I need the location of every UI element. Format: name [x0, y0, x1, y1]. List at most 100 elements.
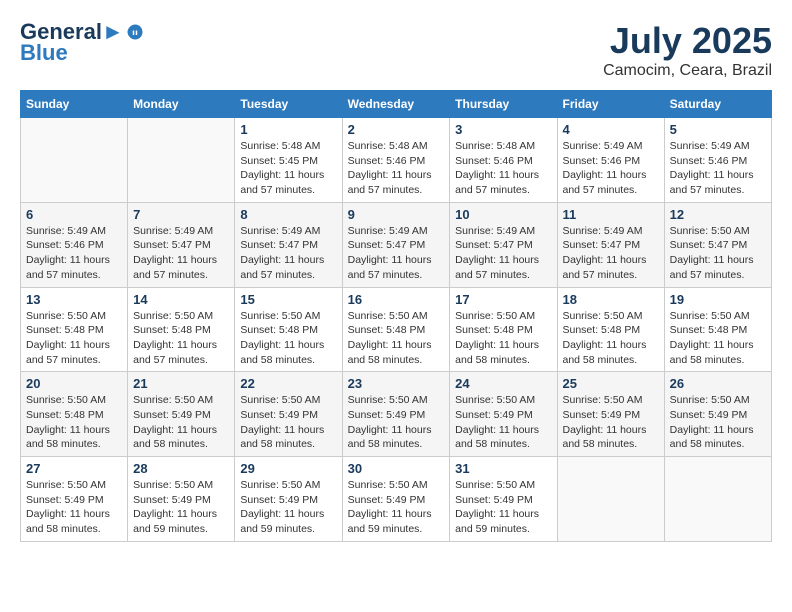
day-of-week-header: Saturday — [664, 91, 771, 118]
day-of-week-header: Wednesday — [342, 91, 450, 118]
calendar-cell: 13Sunrise: 5:50 AMSunset: 5:48 PMDayligh… — [21, 287, 128, 372]
day-number: 31 — [455, 461, 551, 476]
day-info: Sunrise: 5:50 AMSunset: 5:49 PMDaylight:… — [240, 393, 336, 452]
calendar-cell: 20 Sunrise: 5:50 AMSunset: 5:48 PMDayligh… — [21, 372, 128, 457]
calendar-cell: 23Sunrise: 5:50 AMSunset: 5:49 PMDayligh… — [342, 372, 450, 457]
day-number: 11 — [563, 207, 659, 222]
calendar-cell: 6Sunrise: 5:49 AMSunset: 5:46 PMDaylight… — [21, 202, 128, 287]
calendar-cell: 2 Sunrise: 5:48 AMSunset: 5:46 PMDaylight… — [342, 118, 450, 203]
calendar-cell: 30Sunrise: 5:50 AMSunset: 5:49 PMDayligh… — [342, 457, 450, 542]
day-number: 30 — [348, 461, 445, 476]
location-title: Camocim, Ceara, Brazil — [603, 62, 772, 80]
day-info: Sunrise: 5:48 AMSunset: 5:45 PMDaylight:… — [240, 139, 336, 198]
day-info: Sunrise: 5:50 AMSunset: 5:48 PMDaylight:… — [26, 309, 122, 368]
day-number: 10 — [455, 207, 551, 222]
calendar-cell: 5Sunrise: 5:49 AMSunset: 5:46 PMDaylight… — [664, 118, 771, 203]
day-info: Sunrise: 5:50 AMSunset: 5:49 PMDaylight:… — [563, 393, 659, 452]
day-info: Sunrise: 5:50 AMSunset: 5:48 PMDaylight:… — [455, 309, 551, 368]
day-info: Sunrise: 5:49 AMSunset: 5:46 PMDaylight:… — [563, 139, 659, 198]
calendar-cell: 19Sunrise: 5:50 AMSunset: 5:48 PMDayligh… — [664, 287, 771, 372]
calendar-cell: 11 Sunrise: 5:49 AMSunset: 5:47 PMDayligh… — [557, 202, 664, 287]
day-number: 23 — [348, 376, 445, 391]
day-number: 26 — [670, 376, 766, 391]
day-number: 29 — [240, 461, 336, 476]
calendar-cell: 14Sunrise: 5:50 AMSunset: 5:48 PMDayligh… — [128, 287, 235, 372]
day-number: 5 — [670, 122, 766, 137]
day-number: 2 — [348, 122, 445, 137]
calendar-table: SundayMondayTuesdayWednesdayThursdayFrid… — [20, 90, 772, 542]
logo: General► Blue — [20, 20, 144, 66]
day-number: 22 — [240, 376, 336, 391]
calendar-cell: 16 Sunrise: 5:50 AMSunset: 5:48 PMDayligh… — [342, 287, 450, 372]
calendar-cell: 28 Sunrise: 5:50 AMSunset: 5:49 PMDayligh… — [128, 457, 235, 542]
calendar-header-row: SundayMondayTuesdayWednesdayThursdayFrid… — [21, 91, 772, 118]
calendar-cell: 25 Sunrise: 5:50 AMSunset: 5:49 PMDayligh… — [557, 372, 664, 457]
day-info: Sunrise: 5:49 AMSunset: 5:47 PMDaylight:… — [348, 224, 445, 283]
calendar-week-row: 13Sunrise: 5:50 AMSunset: 5:48 PMDayligh… — [21, 287, 772, 372]
calendar-cell: 3Sunrise: 5:48 AMSunset: 5:46 PMDaylight… — [450, 118, 557, 203]
day-number: 27 — [26, 461, 122, 476]
day-number: 12 — [670, 207, 766, 222]
day-number: 7 — [133, 207, 229, 222]
day-info: Sunrise: 5:48 AMSunset: 5:46 PMDaylight:… — [348, 139, 445, 198]
day-info: Sunrise: 5:49 AMSunset: 5:46 PMDaylight:… — [26, 224, 122, 283]
day-number: 28 — [133, 461, 229, 476]
day-info: Sunrise: 5:49 AMSunset: 5:47 PMDaylight:… — [240, 224, 336, 283]
day-info: Sunrise: 5:49 AMSunset: 5:47 PMDaylight:… — [133, 224, 229, 283]
day-info: Sunrise: 5:50 AMSunset: 5:48 PMDaylight:… — [26, 393, 122, 452]
calendar-cell: 31Sunrise: 5:50 AMSunset: 5:49 PMDayligh… — [450, 457, 557, 542]
day-number: 1 — [240, 122, 336, 137]
day-number: 9 — [348, 207, 445, 222]
calendar-cell: 18 Sunrise: 5:50 AMSunset: 5:48 PMDayligh… — [557, 287, 664, 372]
calendar-cell: 17 Sunrise: 5:50 AMSunset: 5:48 PMDayligh… — [450, 287, 557, 372]
day-number: 19 — [670, 292, 766, 307]
day-number: 18 — [563, 292, 659, 307]
calendar-cell: 27 Sunrise: 5:50 AMSunset: 5:49 PMDayligh… — [21, 457, 128, 542]
calendar-cell — [557, 457, 664, 542]
logo-icon — [126, 23, 144, 41]
day-number: 21 — [133, 376, 229, 391]
day-of-week-header: Friday — [557, 91, 664, 118]
day-info: Sunrise: 5:49 AMSunset: 5:47 PMDaylight:… — [563, 224, 659, 283]
day-info: Sunrise: 5:50 AMSunset: 5:48 PMDaylight:… — [240, 309, 336, 368]
day-number: 17 — [455, 292, 551, 307]
day-info: Sunrise: 5:49 AMSunset: 5:47 PMDaylight:… — [455, 224, 551, 283]
calendar-cell: 22 Sunrise: 5:50 AMSunset: 5:49 PMDayligh… — [235, 372, 342, 457]
calendar-cell: 9 Sunrise: 5:49 AMSunset: 5:47 PMDaylight… — [342, 202, 450, 287]
day-number: 16 — [348, 292, 445, 307]
calendar-cell: 1 Sunrise: 5:48 AMSunset: 5:45 PMDaylight… — [235, 118, 342, 203]
day-number: 14 — [133, 292, 229, 307]
title-block: July 2025 Camocim, Ceara, Brazil — [603, 20, 772, 80]
day-info: Sunrise: 5:50 AMSunset: 5:49 PMDaylight:… — [133, 393, 229, 452]
day-number: 4 — [563, 122, 659, 137]
day-number: 25 — [563, 376, 659, 391]
calendar-cell — [128, 118, 235, 203]
calendar-cell: 21 Sunrise: 5:50 AMSunset: 5:49 PMDayligh… — [128, 372, 235, 457]
calendar-body: 1 Sunrise: 5:48 AMSunset: 5:45 PMDaylight… — [21, 118, 772, 542]
day-info: Sunrise: 5:50 AMSunset: 5:48 PMDaylight:… — [348, 309, 445, 368]
month-title: July 2025 — [603, 20, 772, 62]
calendar-cell: 4 Sunrise: 5:49 AMSunset: 5:46 PMDaylight… — [557, 118, 664, 203]
day-of-week-header: Sunday — [21, 91, 128, 118]
day-info: Sunrise: 5:50 AMSunset: 5:49 PMDaylight:… — [455, 393, 551, 452]
calendar-week-row: 27 Sunrise: 5:50 AMSunset: 5:49 PMDayligh… — [21, 457, 772, 542]
day-of-week-header: Monday — [128, 91, 235, 118]
day-number: 8 — [240, 207, 336, 222]
day-number: 20 — [26, 376, 122, 391]
calendar-cell: 29 Sunrise: 5:50 AMSunset: 5:49 PMDayligh… — [235, 457, 342, 542]
day-info: Sunrise: 5:48 AMSunset: 5:46 PMDaylight:… — [455, 139, 551, 198]
calendar-cell — [21, 118, 128, 203]
day-info: Sunrise: 5:50 AMSunset: 5:49 PMDaylight:… — [26, 478, 122, 537]
day-info: Sunrise: 5:50 AMSunset: 5:47 PMDaylight:… — [670, 224, 766, 283]
calendar-cell: 26Sunrise: 5:50 AMSunset: 5:49 PMDayligh… — [664, 372, 771, 457]
calendar-cell: 10 Sunrise: 5:49 AMSunset: 5:47 PMDayligh… — [450, 202, 557, 287]
calendar-week-row: 6Sunrise: 5:49 AMSunset: 5:46 PMDaylight… — [21, 202, 772, 287]
calendar-cell: 7 Sunrise: 5:49 AMSunset: 5:47 PMDaylight… — [128, 202, 235, 287]
day-info: Sunrise: 5:50 AMSunset: 5:49 PMDaylight:… — [133, 478, 229, 537]
calendar-week-row: 1 Sunrise: 5:48 AMSunset: 5:45 PMDaylight… — [21, 118, 772, 203]
day-number: 24 — [455, 376, 551, 391]
calendar-cell: 12 Sunrise: 5:50 AMSunset: 5:47 PMDayligh… — [664, 202, 771, 287]
day-info: Sunrise: 5:50 AMSunset: 5:49 PMDaylight:… — [240, 478, 336, 537]
day-info: Sunrise: 5:50 AMSunset: 5:48 PMDaylight:… — [563, 309, 659, 368]
calendar-cell — [664, 457, 771, 542]
